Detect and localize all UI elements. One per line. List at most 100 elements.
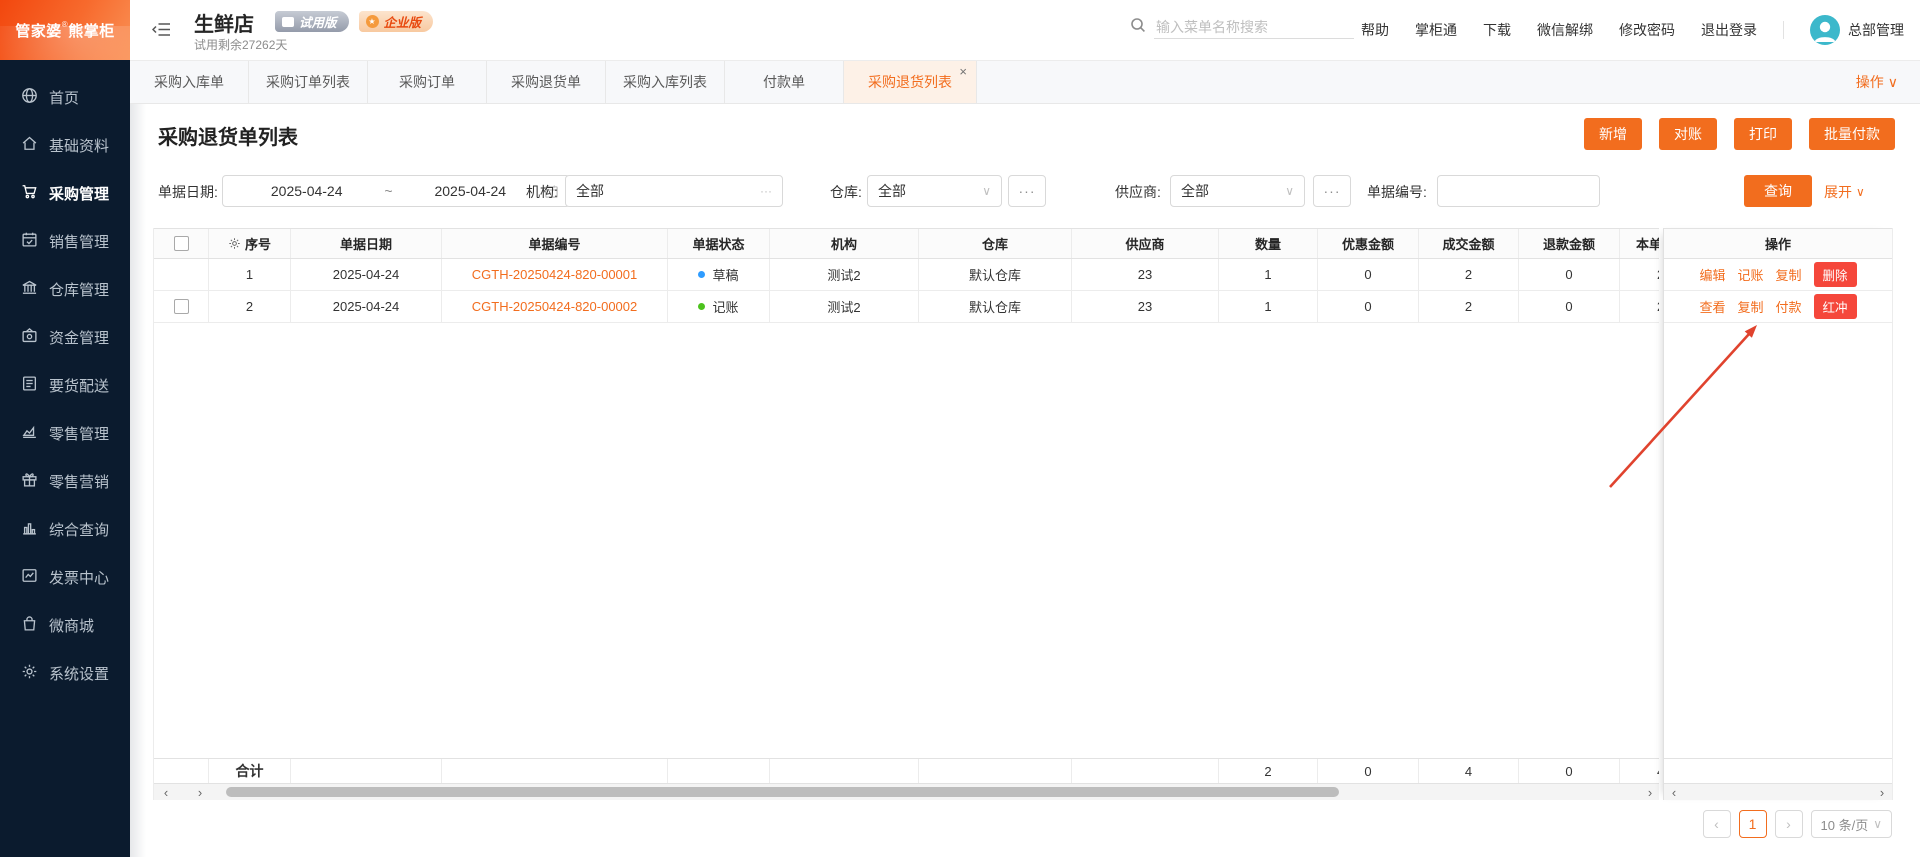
delete-button[interactable]: 删除 (1814, 262, 1857, 287)
enterprise-version-badge[interactable]: ★ 企业版 (359, 11, 434, 32)
help-link[interactable]: 帮助 (1361, 20, 1389, 40)
menu-search-input[interactable] (1154, 16, 1354, 39)
trial-version-badge[interactable]: 试用版 (275, 11, 349, 32)
header-deal: 成交金额 (1419, 229, 1519, 258)
docno-filter-label: 单据编号: (1367, 182, 1427, 202)
sidebar-item-sales[interactable]: 销售管理 (0, 217, 130, 265)
select-all-checkbox[interactable] (174, 236, 189, 251)
scroll-right-icon[interactable]: › (1642, 784, 1658, 800)
column-settings-gear-icon[interactable] (228, 237, 241, 250)
scroll-right-icon[interactable]: › (192, 784, 208, 800)
horizontal-scrollbar: ‹ › (1664, 784, 1892, 800)
batch-payment-button[interactable]: 批量付款 (1809, 118, 1895, 150)
edit-link[interactable]: 编辑 (1699, 265, 1725, 284)
page-size-select[interactable]: 10 条/页 ∨ (1811, 810, 1892, 838)
footer-discount-total: 0 (1318, 759, 1419, 783)
zhangguitong-link[interactable]: 掌柜通 (1415, 20, 1457, 40)
footer-qty-total: 2 (1219, 759, 1318, 783)
view-link[interactable]: 查看 (1699, 297, 1725, 316)
tab-purchase-inbound-list[interactable]: 采购入库列表 (606, 61, 725, 103)
main-content: 采购退货单列表 新增 对账 打印 批量付款 单据日期: 2025-04-24 ~… (130, 104, 1920, 857)
row-current: 2 (1620, 291, 1659, 322)
sidebar-item-marketing[interactable]: 零售营销 (0, 457, 130, 505)
sidebar-item-query[interactable]: 综合查询 (0, 505, 130, 553)
page-actions: 新增 对账 打印 批量付款 (1584, 118, 1895, 150)
date-range-picker[interactable]: 2025-04-24 ~ 2025-04-24 (222, 175, 570, 207)
row-operations: 查看 复制 付款 红冲 (1664, 291, 1892, 323)
table-row: 1 2025-04-24 CGTH-20250424-820-00001 草稿 … (154, 259, 1659, 291)
tab-purchase-order-list[interactable]: 采购订单列表 (249, 61, 368, 103)
row-checkbox[interactable] (174, 299, 189, 314)
supplier-more-button[interactable]: ··· (1313, 175, 1351, 207)
header-supplier: 供应商 (1072, 229, 1219, 258)
reverse-button[interactable]: 红冲 (1814, 294, 1857, 319)
scrollbar-thumb[interactable] (226, 787, 1339, 797)
sidebar-item-mall[interactable]: 微商城 (0, 601, 130, 649)
sidebar-item-settings[interactable]: 系统设置 (0, 649, 130, 697)
tab-purchase-return[interactable]: 采购退货单 (487, 61, 606, 103)
header-status: 单据状态 (668, 229, 770, 258)
next-page-button[interactable]: › (1775, 810, 1803, 838)
close-tab-icon[interactable]: × (959, 65, 967, 78)
tab-payment-order[interactable]: 付款单 (725, 61, 844, 103)
sidebar-item-delivery[interactable]: 要货配送 (0, 361, 130, 409)
header-current: 本单 (1620, 229, 1659, 258)
query-button[interactable]: 查询 (1744, 175, 1812, 207)
scroll-left-icon[interactable]: ‹ (158, 784, 174, 800)
date-from[interactable]: 2025-04-24 (233, 183, 380, 199)
header-operations: 操作 (1664, 228, 1892, 259)
add-button[interactable]: 新增 (1584, 118, 1642, 150)
gear-icon (21, 663, 38, 684)
header-index: 序号 (209, 229, 291, 258)
grid-footer-row: 合计 2 0 4 0 4 (154, 758, 1659, 784)
user-menu[interactable]: 总部管理 (1810, 15, 1904, 45)
sidebar-item-funds[interactable]: 资金管理 (0, 313, 130, 361)
supplier-select[interactable]: 全部 ∨ (1170, 175, 1305, 207)
download-link[interactable]: 下载 (1483, 20, 1511, 40)
warehouse-more-button[interactable]: ··· (1008, 175, 1046, 207)
warehouse-select[interactable]: 全部 ∨ (867, 175, 1002, 207)
brand-logo[interactable]: 管家婆®熊掌柜 (0, 0, 130, 60)
star-icon: ★ (366, 15, 379, 28)
sidebar-item-home[interactable]: 首页 (0, 73, 130, 121)
org-select[interactable]: 全部 ··· (565, 175, 783, 207)
row-org: 测试2 (770, 259, 919, 290)
expand-filters-link[interactable]: 展开 ∨ (1824, 182, 1865, 202)
copy-link[interactable]: 复制 (1737, 297, 1763, 316)
sidebar-item-base-data[interactable]: 基础资料 (0, 121, 130, 169)
tab-purchase-return-list-active[interactable]: 采购退货列表 × (844, 61, 977, 103)
more-ellipsis-icon[interactable]: ··· (760, 184, 772, 198)
sidebar-item-warehouse[interactable]: 仓库管理 (0, 265, 130, 313)
collapse-sidebar-icon[interactable] (152, 21, 171, 43)
scroll-left-icon[interactable]: ‹ (1666, 784, 1682, 800)
reconcile-button[interactable]: 对账 (1659, 118, 1717, 150)
divider (1783, 21, 1784, 39)
tab-operations-menu[interactable]: 操作 ∨ (1856, 61, 1920, 103)
logout-link[interactable]: 退出登录 (1701, 20, 1757, 40)
gift-icon (21, 471, 38, 492)
prev-page-button[interactable]: ‹ (1703, 810, 1731, 838)
footer-operations-cell (1664, 758, 1892, 784)
doc-number-link[interactable]: CGTH-20250424-820-00001 (472, 267, 638, 282)
wechat-unbind-link[interactable]: 微信解绑 (1537, 20, 1593, 40)
docno-input[interactable] (1437, 175, 1600, 207)
pay-link[interactable]: 付款 (1776, 297, 1802, 316)
scroll-right-icon[interactable]: › (1874, 784, 1890, 800)
change-password-link[interactable]: 修改密码 (1619, 20, 1675, 40)
doc-number-link[interactable]: CGTH-20250424-820-00002 (472, 299, 638, 314)
post-link[interactable]: 记账 (1737, 265, 1763, 284)
sidebar-item-invoice[interactable]: 发票中心 (0, 553, 130, 601)
tab-purchase-inbound[interactable]: 采购入库单 (130, 61, 249, 103)
print-button[interactable]: 打印 (1734, 118, 1792, 150)
brand-text: 管家婆®熊掌柜 (15, 20, 114, 41)
copy-link[interactable]: 复制 (1776, 265, 1802, 284)
row-deal: 2 (1419, 291, 1519, 322)
tab-purchase-order[interactable]: 采购订单 (368, 61, 487, 103)
sidebar-item-retail[interactable]: 零售管理 (0, 409, 130, 457)
sidebar-item-purchase[interactable]: 采购管理 (0, 169, 130, 217)
current-page-button[interactable]: 1 (1739, 810, 1767, 838)
footer-total-label: 合计 (209, 759, 291, 783)
row-discount: 0 (1318, 259, 1419, 290)
date-to[interactable]: 2025-04-24 (397, 183, 544, 199)
warehouse-filter-label: 仓库: (830, 182, 862, 202)
